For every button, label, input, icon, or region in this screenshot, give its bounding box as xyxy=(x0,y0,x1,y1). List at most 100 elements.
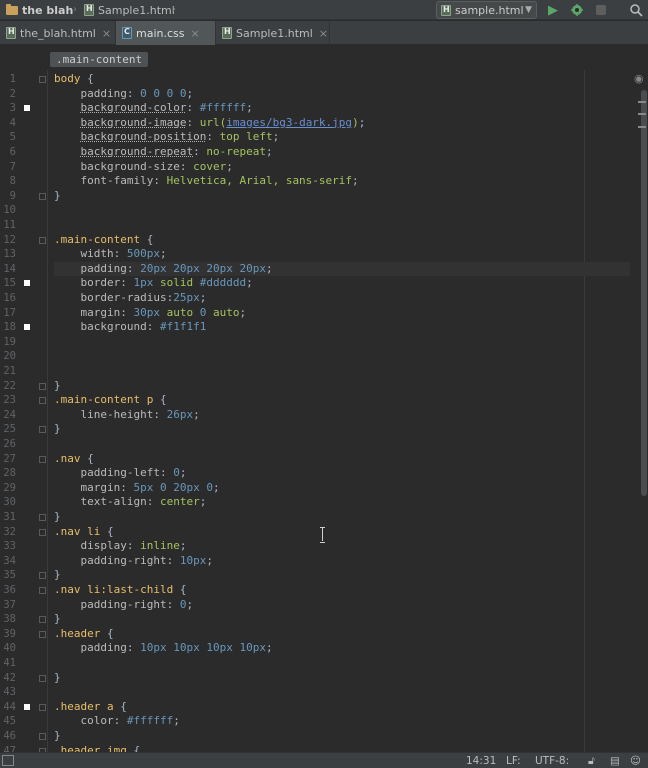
code-line[interactable]: } xyxy=(54,189,61,204)
stripe-marker[interactable] xyxy=(638,126,646,128)
code-line[interactable]: font-family: Helvetica, Arial, sans-seri… xyxy=(54,174,359,189)
code-line[interactable]: .header img { xyxy=(54,744,140,752)
code-line[interactable]: } xyxy=(54,729,61,744)
lock-icon[interactable]: 🔓︎ xyxy=(588,754,595,768)
code-line[interactable]: background-size: cover; xyxy=(54,160,233,175)
chevron-right-icon: › xyxy=(172,4,176,15)
run-icon[interactable]: ▶ xyxy=(545,2,561,18)
code-line[interactable]: .nav li:last-child { xyxy=(54,583,186,598)
code-line[interactable]: .nav li { xyxy=(54,525,114,540)
tool-window-toggle-icon[interactable] xyxy=(2,755,14,766)
inspector-icon[interactable]: ☺ xyxy=(630,754,641,768)
fold-marker-icon[interactable] xyxy=(39,397,46,404)
fold-marker-icon[interactable] xyxy=(39,529,46,536)
line-number: 5 xyxy=(0,130,16,145)
code-line[interactable]: .main-content p { xyxy=(54,393,167,408)
code-line[interactable]: margin: 30px auto 0 auto; xyxy=(54,306,246,321)
line-separator[interactable]: LF: xyxy=(506,754,521,768)
code-line[interactable]: padding: 10px 10px 10px 10px; xyxy=(54,641,273,656)
tab-sample1-html[interactable]: Sample1.html × xyxy=(216,21,330,45)
code-line[interactable]: background-image: url(images/bg3-dark.jp… xyxy=(54,116,365,131)
code-line[interactable]: } xyxy=(54,422,61,437)
html-file-icon xyxy=(441,5,451,16)
code-editor[interactable]: body { padding: 0 0 0 0; background-colo… xyxy=(54,70,629,752)
code-line[interactable]: padding-right: 0; xyxy=(54,598,193,613)
fold-marker-icon[interactable] xyxy=(39,631,46,638)
eye-icon[interactable]: ◉ xyxy=(634,72,644,85)
code-line[interactable]: } xyxy=(54,612,61,627)
fold-marker-icon[interactable] xyxy=(39,426,46,433)
code-line[interactable]: } xyxy=(54,510,61,525)
status-bar: 14:31 LF: UTF-8: 🔓︎ ▤ ☺ xyxy=(0,752,648,768)
line-number: 18 xyxy=(0,320,16,335)
search-icon[interactable] xyxy=(628,2,644,18)
close-icon[interactable]: × xyxy=(191,27,200,40)
fold-marker-icon[interactable] xyxy=(39,733,46,740)
css-file-icon xyxy=(122,27,132,39)
line-number: 16 xyxy=(0,291,16,306)
project-breadcrumb[interactable]: the blah xyxy=(6,0,73,20)
code-line[interactable]: background-color: #ffffff; xyxy=(54,101,253,116)
css-selector-breadcrumb[interactable]: .main-content xyxy=(50,52,148,67)
code-line[interactable]: } xyxy=(54,568,61,583)
code-line[interactable]: display: inline; xyxy=(54,539,186,554)
fold-marker-icon[interactable] xyxy=(39,587,46,594)
code-line[interactable]: margin: 5px 0 20px 0; xyxy=(54,481,220,496)
code-line[interactable]: background-repeat: no-repeat; xyxy=(54,145,273,160)
code-line[interactable]: .nav { xyxy=(54,452,94,467)
tab-the-blah-html[interactable]: the_blah.html × xyxy=(0,21,116,45)
fold-marker-icon[interactable] xyxy=(39,237,46,244)
file-name: Sample1.html xyxy=(98,4,175,17)
code-line[interactable]: color: #ffffff; xyxy=(54,714,180,729)
code-line[interactable]: padding-right: 10px; xyxy=(54,554,213,569)
code-line[interactable]: } xyxy=(54,379,61,394)
color-swatch-icon[interactable] xyxy=(24,105,30,111)
fold-marker-icon[interactable] xyxy=(39,456,46,463)
fold-marker-icon[interactable] xyxy=(39,193,46,200)
line-number: 14 xyxy=(0,262,16,277)
code-line[interactable]: background: #f1f1f1 xyxy=(54,320,206,335)
fold-marker-icon[interactable] xyxy=(39,704,46,711)
code-line[interactable]: } xyxy=(54,671,61,686)
code-line[interactable]: .header { xyxy=(54,627,114,642)
file-breadcrumb[interactable]: Sample1.html xyxy=(84,0,175,20)
code-line[interactable]: width: 500px; xyxy=(54,247,167,262)
color-swatch-icon[interactable] xyxy=(24,324,30,330)
color-swatch-icon[interactable] xyxy=(24,280,30,286)
code-line[interactable]: text-align: center; xyxy=(54,495,206,510)
event-log-icon[interactable]: ▤ xyxy=(610,754,620,768)
line-number-gutter[interactable]: 1 2 3 4 5 6 7 8 9 10 11 12 13 14 15 16 17 18 19 20 21 22 23 24 2… xyxy=(0,70,48,752)
fold-marker-icon[interactable] xyxy=(39,514,46,521)
code-line[interactable]: padding: 20px 20px 20px 20px; xyxy=(54,262,273,277)
code-line[interactable]: padding: 0 0 0 0; xyxy=(54,87,193,102)
file-encoding[interactable]: UTF-8: xyxy=(535,754,569,768)
caret-position[interactable]: 14:31 xyxy=(466,754,496,768)
line-number: 24 xyxy=(0,408,16,423)
color-swatch-icon[interactable] xyxy=(24,704,30,710)
stripe-marker[interactable] xyxy=(638,113,646,115)
code-line[interactable]: .header a { xyxy=(54,700,127,715)
vertical-scrollbar[interactable] xyxy=(641,90,647,496)
fold-marker-icon[interactable] xyxy=(39,616,46,623)
code-line[interactable]: padding-left: 0; xyxy=(54,466,186,481)
close-icon[interactable]: × xyxy=(102,27,111,40)
code-line[interactable]: border: 1px solid #dddddd; xyxy=(54,276,253,291)
code-line[interactable]: line-height: 26px; xyxy=(54,408,200,423)
stop-icon[interactable] xyxy=(593,2,609,18)
code-line[interactable]: .main-content { xyxy=(54,233,153,248)
stripe-marker[interactable] xyxy=(638,101,646,103)
code-line[interactable]: background-position: top left; xyxy=(54,130,279,145)
tab-main-css[interactable]: main.css × xyxy=(116,21,216,45)
close-icon[interactable]: × xyxy=(319,27,328,40)
code-line[interactable]: body { xyxy=(54,72,94,87)
debug-icon[interactable] xyxy=(569,2,585,18)
error-stripe[interactable]: ◉ xyxy=(630,70,648,752)
run-configuration-select[interactable]: sample.html ▼ xyxy=(436,1,537,19)
line-number: 30 xyxy=(0,495,16,510)
fold-marker-icon[interactable] xyxy=(39,76,46,83)
line-number: 13 xyxy=(0,247,16,262)
fold-marker-icon[interactable] xyxy=(39,572,46,579)
fold-marker-icon[interactable] xyxy=(39,675,46,682)
code-line[interactable]: border-radius:25px; xyxy=(54,291,206,306)
fold-marker-icon[interactable] xyxy=(39,383,46,390)
